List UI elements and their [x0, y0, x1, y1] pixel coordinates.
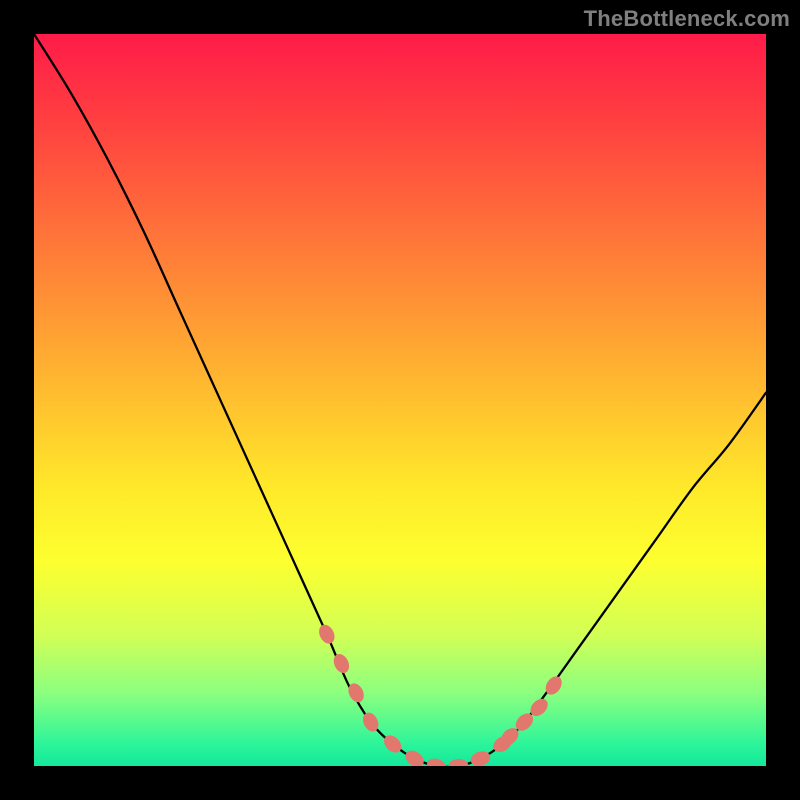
bottleneck-curve — [34, 34, 766, 766]
curve-marker — [425, 756, 448, 766]
curve-markers — [316, 622, 565, 766]
watermark: TheBottleneck.com — [584, 6, 790, 32]
curve-marker — [469, 749, 492, 766]
chart-frame: TheBottleneck.com — [0, 0, 800, 800]
plot-area — [34, 34, 766, 766]
curve-marker — [331, 651, 352, 675]
curve-marker — [402, 747, 426, 766]
curve-marker — [316, 622, 337, 646]
chart-overlay — [34, 34, 766, 766]
curve-marker — [449, 759, 469, 766]
